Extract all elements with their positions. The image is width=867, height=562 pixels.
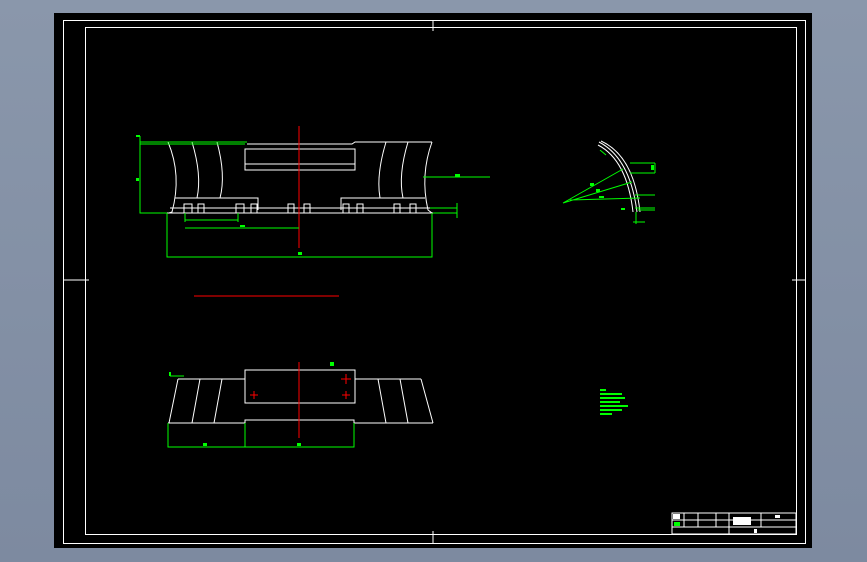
drawing-canvas[interactable] — [54, 13, 812, 548]
cad-drawing-viewport[interactable] — [0, 0, 867, 562]
